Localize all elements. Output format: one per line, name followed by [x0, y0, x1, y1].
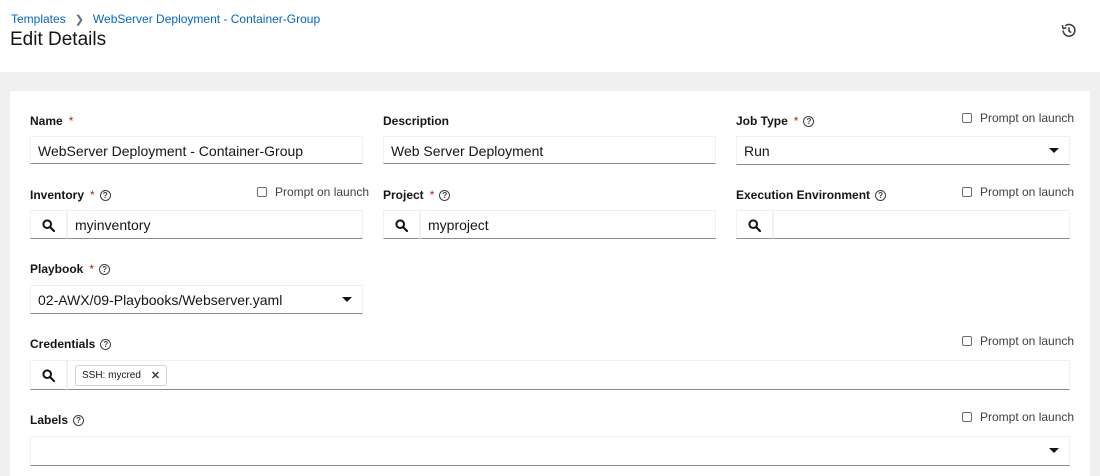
caret-down-icon — [1049, 448, 1059, 453]
breadcrumb-separator-icon: ❯ — [74, 13, 84, 26]
search-icon — [42, 369, 55, 382]
checkbox-icon[interactable] — [257, 187, 267, 197]
execution-environment-lookup — [736, 210, 1070, 239]
credentials-search-button[interactable] — [30, 360, 67, 390]
inventory-prompt-checkbox[interactable]: Prompt on launch — [257, 185, 369, 199]
execution-environment-label: Execution Environment? — [736, 188, 887, 202]
project-input[interactable]: myproject — [420, 210, 716, 239]
inventory-lookup: myinventory — [30, 210, 363, 239]
name-label: Name * — [30, 114, 74, 128]
credentials-lookup: SSH: mycred ✕ — [30, 360, 1070, 390]
inventory-input[interactable]: myinventory — [67, 210, 363, 239]
credential-chip-type: SSH: — [82, 370, 106, 381]
breadcrumb-template-link[interactable]: WebServer Deployment - Container-Group — [93, 12, 320, 26]
caret-down-icon — [342, 297, 352, 302]
help-icon[interactable]: ? — [99, 189, 111, 201]
help-icon[interactable]: ? — [73, 414, 85, 426]
execution-environment-input[interactable] — [773, 210, 1070, 239]
labels-label: Labels? — [30, 413, 85, 427]
name-input[interactable]: WebServer Deployment - Container-Group — [30, 136, 363, 164]
job-type-prompt-checkbox[interactable]: Prompt on launch — [962, 111, 1074, 125]
help-icon[interactable]: ? — [100, 338, 112, 350]
checkbox-icon[interactable] — [962, 187, 972, 197]
search-icon — [395, 219, 408, 232]
project-search-button[interactable] — [383, 210, 420, 239]
checkbox-icon[interactable] — [962, 412, 972, 422]
breadcrumb-templates-link[interactable]: Templates — [11, 12, 66, 26]
close-icon[interactable]: ✕ — [151, 369, 160, 382]
credentials-label: Credentials? — [30, 337, 112, 351]
help-icon[interactable]: ? — [803, 115, 815, 127]
credentials-input[interactable]: SSH: mycred ✕ — [67, 360, 1070, 390]
inventory-label: Inventory *? — [30, 188, 111, 202]
playbook-select[interactable]: 02-AWX/09-Playbooks/Webserver.yaml — [30, 285, 363, 314]
description-input[interactable]: Web Server Deployment — [383, 136, 716, 164]
history-icon[interactable] — [1060, 22, 1077, 39]
labels-select[interactable] — [30, 436, 1070, 466]
help-icon[interactable]: ? — [875, 189, 887, 201]
project-label: Project *? — [383, 188, 451, 202]
credential-chip-name: mycred — [108, 370, 141, 381]
description-label: Description — [383, 114, 450, 128]
labels-prompt-checkbox[interactable]: Prompt on launch — [962, 410, 1074, 424]
help-icon[interactable]: ? — [439, 189, 451, 201]
help-icon[interactable]: ? — [99, 263, 111, 275]
edit-form-card: Name * WebServer Deployment - Container-G… — [10, 91, 1090, 476]
credentials-prompt-checkbox[interactable]: Prompt on launch — [962, 334, 1074, 348]
execution-environment-search-button[interactable] — [736, 210, 773, 239]
job-type-label: Job Type *? — [736, 114, 815, 128]
page-header: Templates ❯ WebServer Deployment - Conta… — [0, 0, 1100, 72]
execution-environment-prompt-checkbox[interactable]: Prompt on launch — [962, 185, 1074, 199]
checkbox-icon[interactable] — [962, 336, 972, 346]
job-type-select[interactable]: Run — [736, 136, 1070, 165]
page-title: Edit Details — [10, 29, 107, 50]
credential-chip: SSH: mycred ✕ — [75, 365, 168, 386]
search-icon — [748, 219, 761, 232]
checkbox-icon[interactable] — [962, 113, 972, 123]
breadcrumb: Templates ❯ WebServer Deployment - Conta… — [11, 12, 320, 26]
playbook-label: Playbook *? — [30, 262, 111, 276]
search-icon — [42, 219, 55, 232]
inventory-search-button[interactable] — [30, 210, 67, 239]
caret-down-icon — [1049, 148, 1059, 153]
project-lookup: myproject — [383, 210, 716, 239]
